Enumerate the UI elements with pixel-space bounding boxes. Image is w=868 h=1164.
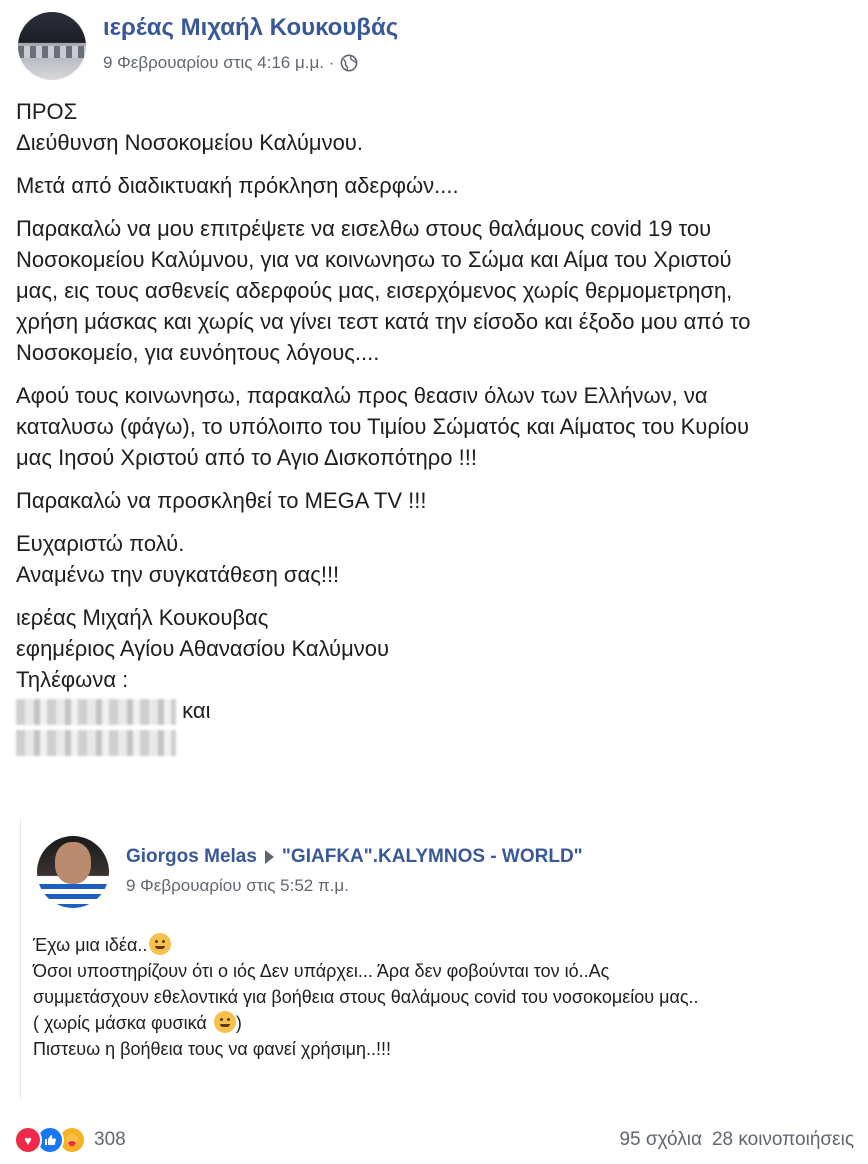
post-footer: ♥ 308 95 σχόλια 28 κοινοποιήσεις — [14, 1124, 854, 1156]
post-line: ΠΡΟΣ — [16, 99, 78, 124]
shared-group-name[interactable]: "GIAFKA".KALYMNOS - WORLD" — [282, 846, 583, 868]
post-paragraph: ιερέας Μιχαήλ Κουκουβας εφημέριος Αγίου … — [16, 602, 856, 757]
shared-body: Έχω μια ιδέα.. Όσοι υποστηρίζουν ότι ο ι… — [33, 932, 843, 1062]
post-line: Μετά από διαδικτυακή πρόκληση αδερφών...… — [16, 173, 459, 198]
love-reaction-icon: ♥ — [14, 1126, 42, 1154]
post-line: Τηλέφωνα : — [16, 667, 129, 692]
shared-line: Πιστευω η βοήθεια τους να φανεί χρήσιμη.… — [33, 1039, 392, 1059]
post-line: Παρακαλώ να μου επιτρέψετε να εισελθω στ… — [16, 216, 712, 241]
shared-post[interactable]: Giorgos Melas "GIAFKA".KALYMNOS - WORLD"… — [20, 818, 849, 1100]
shared-line: συμμετάσχουν εθελοντικά για βοήθεια στου… — [33, 987, 699, 1007]
post-timestamp[interactable]: 9 Φεβρουαρίου στις 4:16 μ.μ. · — [103, 53, 334, 73]
redacted-phone — [16, 699, 176, 726]
post-paragraph: Παρακαλώ να προσκληθεί το MEGA TV !!! — [16, 485, 856, 516]
shared-line: Έχω μια ιδέα.. — [33, 932, 843, 958]
post-body: ΠΡΟΣ Διεύθυνση Νοσοκομείου Καλύμνου. Μετ… — [16, 96, 856, 769]
comments-count[interactable]: 95 σχόλια — [619, 1129, 702, 1151]
shared-author-row: Giorgos Melas "GIAFKA".KALYMNOS - WORLD" — [126, 846, 583, 868]
engagement-stats: 95 σχόλια 28 κοινοποιήσεις — [619, 1129, 854, 1151]
phone-joiner: και — [182, 698, 211, 723]
post-line: μας, εις τους ασθενείς αδερφούς μας, εισ… — [16, 278, 733, 303]
post-paragraph: ΠΡΟΣ Διεύθυνση Νοσοκομείου Καλύμνου. — [16, 96, 856, 158]
phone-line — [16, 726, 856, 757]
post-line: Νοσοκομείο, για ευνόητους λόγους.... — [16, 340, 380, 365]
post-paragraph: Μετά από διαδικτυακή πρόκληση αδερφών...… — [16, 170, 856, 201]
reaction-count[interactable]: 308 — [94, 1129, 126, 1151]
post-line: μας Ιησού Χριστού από το Αγιο Δισκοπότηρ… — [16, 445, 477, 470]
post-line: καταλυσω (φάγω), το υπόλοιπο του Τιμίου … — [16, 414, 749, 439]
post-line: Ευχαριστώ πολύ. — [16, 531, 185, 556]
post-line: Αφού τους κοινωνησω, παρακαλώ προς θεασι… — [16, 383, 708, 408]
redacted-phone — [16, 730, 176, 757]
shared-line: Όσοι υποστηρίζουν ότι ο ιός Δεν υπάρχει.… — [33, 961, 610, 981]
post-line: Αναμένω την συγκατάθεση σας!!! — [16, 562, 340, 587]
post-line: εφημέριος Αγίου Αθανασίου Καλύμνου — [16, 636, 390, 661]
post-line: ιερέας Μιχαήλ Κουκουβας — [16, 605, 269, 630]
shared-author-name[interactable]: Giorgos Melas — [126, 846, 257, 868]
shared-line: ( χωρίς μάσκα φυσικά ) — [33, 1011, 242, 1033]
shared-timestamp[interactable]: 9 Φεβρουαρίου στις 5:52 π.μ. — [126, 876, 349, 896]
post-paragraph: Παρακαλώ να μου επιτρέψετε να εισελθω στ… — [16, 213, 856, 368]
post-line: χρήση μάσκας και χωρίς να γίνει τεστ κατ… — [16, 309, 751, 334]
post-line: Νοσοκομείου Καλύμνου, για να κοινωνησω τ… — [16, 247, 732, 272]
post-meta: 9 Φεβρουαρίου στις 4:16 μ.μ. · — [103, 53, 358, 73]
shared-author-avatar[interactable] — [37, 836, 109, 908]
post-line: Παρακαλώ να προσκληθεί το MEGA TV !!! — [16, 488, 427, 513]
phone-line: και — [16, 695, 856, 726]
post-paragraph: Αφού τους κοινωνησω, παρακαλώ προς θεασι… — [16, 380, 856, 473]
author-name-link[interactable]: ιερέας Μιχαήλ Κουκουβάς — [103, 14, 398, 42]
post-paragraph: Ευχαριστώ πολύ. Αναμένω την συγκατάθεση … — [16, 528, 856, 590]
reactions-summary[interactable]: ♥ 308 — [14, 1126, 126, 1154]
thinking-face-icon — [149, 933, 172, 955]
shares-count[interactable]: 28 κοινοποιήσεις — [712, 1129, 854, 1151]
triangle-right-icon — [264, 850, 274, 864]
globe-icon[interactable] — [340, 54, 358, 72]
author-avatar[interactable] — [18, 12, 86, 80]
winking-face-icon — [213, 1011, 236, 1033]
post-line: Διεύθυνση Νοσοκομείου Καλύμνου. — [16, 130, 363, 155]
